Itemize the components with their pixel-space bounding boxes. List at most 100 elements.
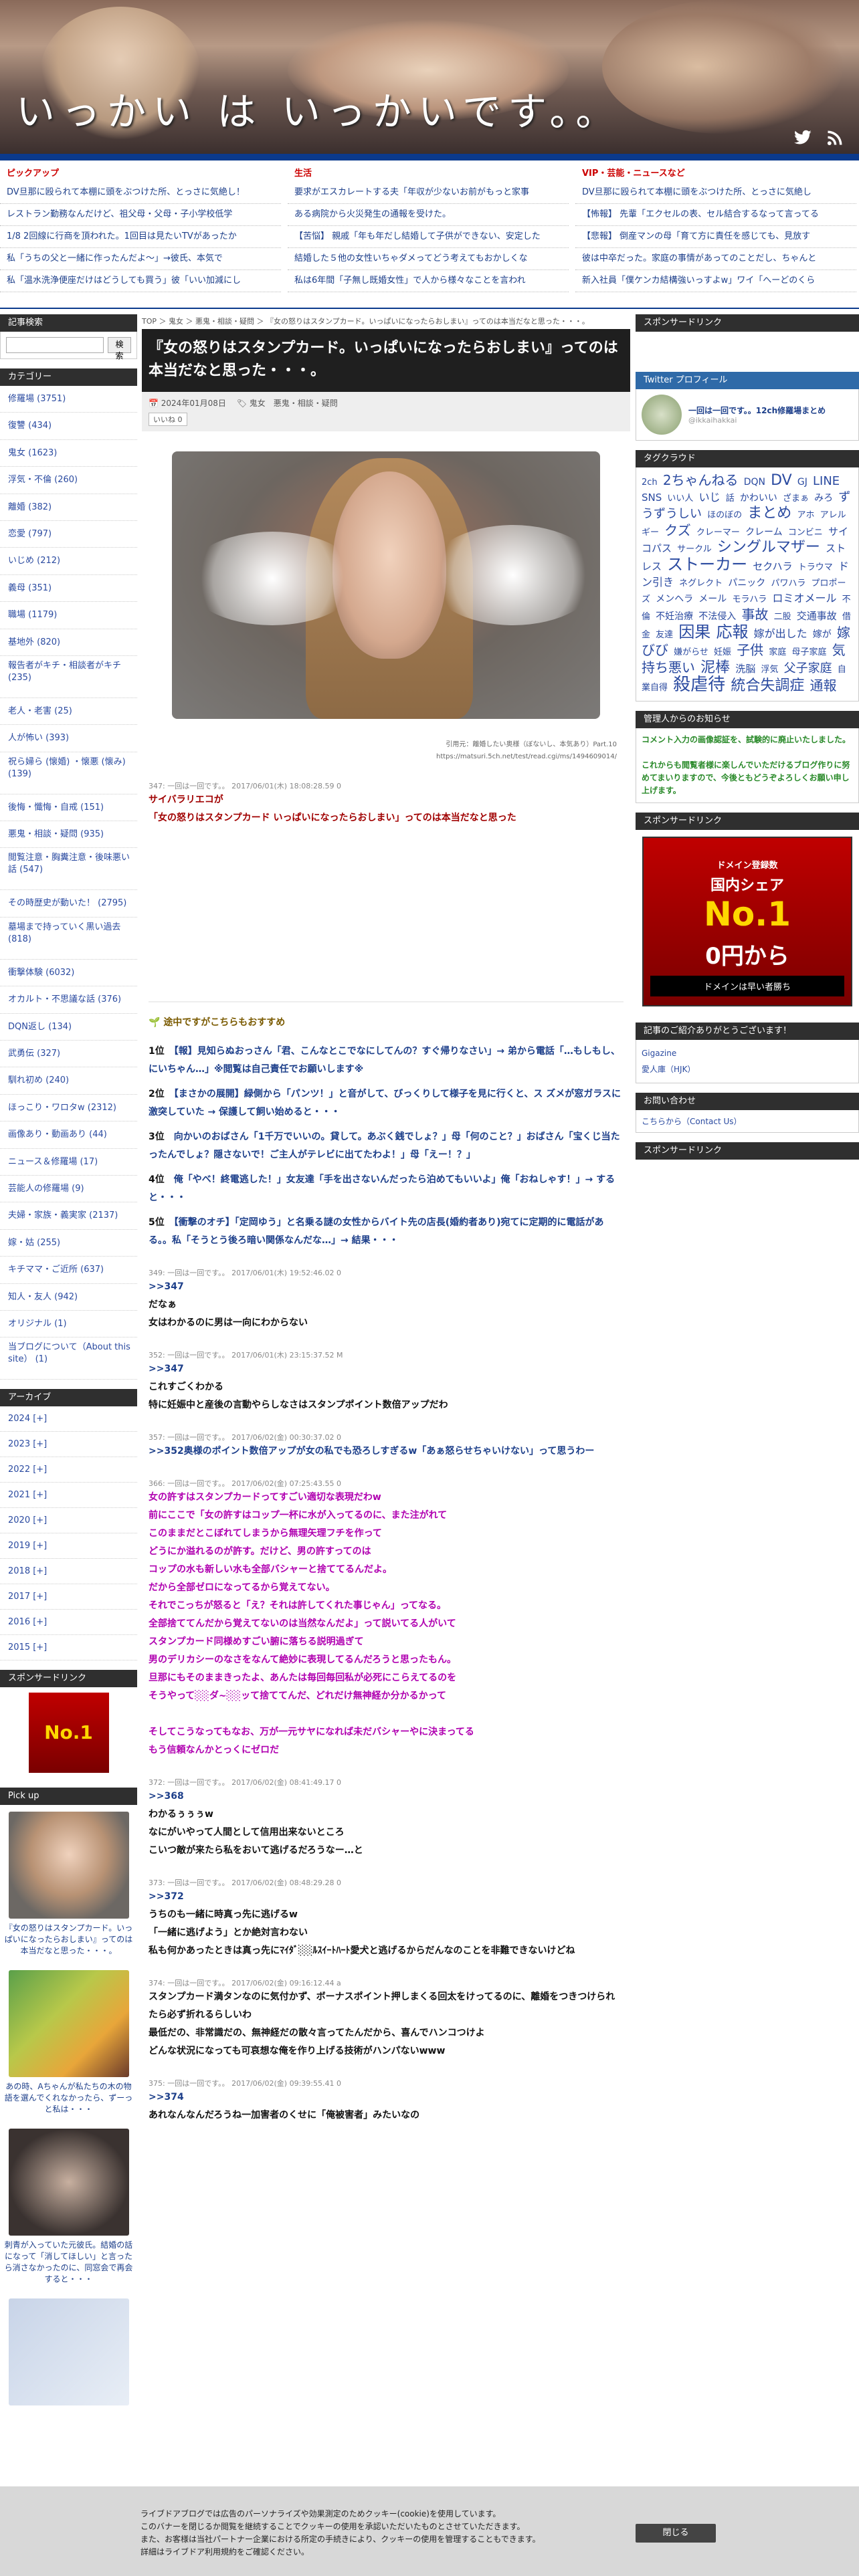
archive-item[interactable]: 2020 [+] [0,1508,137,1534]
image-credit-url[interactable]: https://matsuri.5ch.net/test/read.cgi/ms… [142,751,617,763]
category-item[interactable]: 夫婦・家族・義実家 (2137) [0,1202,137,1230]
tag-link[interactable]: 交通事故 [797,610,837,622]
pickup-caption[interactable]: 『女の怒りはスタンプカード。いっぱいになったらおしまい』ってのは本当だなと思った… [0,1919,137,1957]
like-button[interactable]: いいね 0 [149,413,187,426]
twitter-avatar[interactable] [642,395,682,435]
ticker-link[interactable]: 結婚した５他の女性いちゃダメってどう考えてもおかしくな [288,248,569,270]
reply-anchor-link[interactable]: >>374 [149,2088,624,2107]
search-button[interactable]: 検索 [108,337,131,360]
twitter-bird-icon[interactable] [793,128,812,147]
pickup-thumbnail[interactable] [8,1970,129,2078]
tag-link[interactable]: モラハラ [732,595,767,605]
tag-link[interactable]: 嫁が [813,629,832,640]
tag-link[interactable]: 統合失調症 [731,677,804,694]
tag-link[interactable]: ストーカー [667,555,747,574]
tag-link[interactable]: 殺虐待 [673,675,725,695]
ranking-link[interactable]: 【まさかの展開】緑側から「パンツ！」と音がして、びっくりして様子を見に行くと、ス… [149,1089,621,1117]
category-item[interactable]: 基地外 (820) [0,629,137,656]
category-item[interactable]: 義母 (351) [0,575,137,603]
tag-link[interactable]: SNS [642,492,662,504]
category-item[interactable]: 復讐 (434) [0,413,137,440]
archive-item[interactable]: 2024 [+] [0,1406,137,1432]
ticker-link[interactable]: 要求がエスカレートする夫「年収が少ないお前がもっと家事 [288,182,569,204]
search-input[interactable] [6,337,104,353]
category-item[interactable]: 画像あり・動画あり (44) [0,1121,137,1149]
ranking-item[interactable]: 3位 向かいのおばさん「1千万でいいの。貸して。あぶく銭でしょ？」母「何のこと？… [149,1128,624,1164]
pickup-thumbnail[interactable] [8,1812,129,1919]
tag-link[interactable]: トラウマ [798,562,833,572]
tag-link[interactable]: パワハラ [771,578,805,588]
pickup-item[interactable]: あの時、Aちゃんが私たちの木の物語を選んでくれなかったら、ずーっと私は・・・ [0,1963,137,2122]
cookie-close-button[interactable]: 閉じる [636,2524,716,2543]
archive-item[interactable]: 2022 [+] [0,1457,137,1483]
tag-link[interactable]: 洗脳 [735,663,755,675]
article-tags[interactable]: 鬼女 悪鬼・相談・疑問 [250,399,338,408]
category-item[interactable]: 衝撃体験 (6032) [0,960,137,987]
tag-link[interactable]: パニック [728,578,765,588]
ticker-link[interactable]: 彼は中卒だった。家庭の事情があってのことだし、ちゃんと [575,248,856,270]
category-item[interactable]: DQN返し (134) [0,1014,137,1041]
tag-link[interactable]: ほのぼの [707,510,742,520]
tag-link[interactable]: いい人 [667,494,693,504]
twitter-profile[interactable]: 一回は一回です。。12ch修羅場まとめ @ikkaihakkai [636,389,859,441]
category-item[interactable]: ほっこり・ワロタw (2312) [0,1095,137,1122]
tag-link[interactable]: 2ちゃんねる [663,472,739,488]
pickup-item[interactable]: 刺青が入っていた元彼氏。結婚の話になって「消してほしい」と言ったら消さなかったの… [0,2122,137,2292]
domain-ad-banner[interactable]: ドメイン登録数 国内シェア No.1 0円から ドメインは早い者勝ち [642,837,852,1006]
contact-link[interactable]: こちらから（Contact Us） [636,1110,859,1133]
archive-item[interactable]: 2018 [+] [0,1559,137,1585]
pickup-thumbnail[interactable] [8,2298,129,2406]
category-item[interactable]: 嫁・姑 (255) [0,1230,137,1257]
tag-link[interactable]: 嫁が出した [754,627,807,640]
left-sponsor-ad[interactable]: No.1 [0,1687,137,1778]
ranking-link[interactable]: 俺「やべ！終電逃した！」女友達「手を出さないんだったら泊めてもいいよ」俺「おねし… [149,1174,615,1203]
ticker-link[interactable]: DV旦那に殴られて本棚に頭をぶつけた所、とっさに気絶し！ [0,182,281,204]
category-item[interactable]: いじめ (212) [0,548,137,575]
tag-link[interactable]: コンビニ [788,528,823,538]
ranking-item[interactable]: 5位 【衝撃のオチ】「定岡ゆう」と名乗る謎の女性からバイト先の店長(婚約者あり)… [149,1214,624,1250]
tag-link[interactable]: 不妊治療 [656,611,693,622]
tag-link[interactable]: まとめ [747,505,791,522]
breadcrumb[interactable]: TOP ＞ 鬼女 ＞ 悪鬼・相談・疑問 ＞ 『女の怒りはスタンプカード。いっぱい… [142,314,630,329]
tag-link[interactable]: 通報 [809,677,836,693]
category-item[interactable]: 知人・友人 (942) [0,1284,137,1311]
category-item[interactable]: ニュース＆修羅場 (17) [0,1149,137,1176]
archive-item[interactable]: 2019 [+] [0,1533,137,1560]
category-item[interactable]: 祝ら婦ら (懐婚) ・懐悪 (懐み) (139) [0,752,137,794]
tag-link[interactable]: かわいい [740,493,777,504]
category-item[interactable]: キチママ・ご近所 (637) [0,1257,137,1284]
ranking-link[interactable]: 【衝撃のオチ】「定岡ゆう」と名乗る謎の女性からバイト先の店長(婚約者あり)宛てに… [149,1217,604,1246]
twitter-name[interactable]: 一回は一回です。。12ch修羅場まとめ [688,405,826,416]
ticker-link[interactable]: 1/8 2回線に行商を頂われた。1回目は見たいTVがあったか [0,226,281,248]
tag-link[interactable]: シングルマザー [717,539,820,556]
category-item[interactable]: 離婚 (382) [0,494,137,521]
tag-link[interactable]: 不法侵入 [698,611,736,622]
tag-link[interactable]: 浮気 [761,665,778,675]
tag-link[interactable]: ネグレクト [679,578,723,588]
tag-link[interactable]: 嫌がらせ [674,647,708,657]
intro-link[interactable]: Gigazine [642,1045,853,1061]
category-item[interactable]: 鬼女 (1623) [0,440,137,467]
tag-link[interactable]: 泥棒 [700,659,730,676]
pickup-caption[interactable]: 刺青が入っていた元彼氏。結婚の話になって「消してほしい」と言ったら消さなかったの… [0,2236,137,2285]
pickup-thumbnail[interactable] [8,2129,129,2236]
tag-link[interactable]: みろ [814,493,833,504]
tag-link[interactable]: ロミオメール [772,592,836,605]
ticker-link[interactable]: DV旦那に殴られて本棚に頭をぶつけた所、とっさに気絶し [575,182,856,204]
tag-link[interactable]: 母子家庭 [791,647,826,657]
tag-link[interactable]: DV [771,472,792,489]
reply-anchor-link[interactable]: >>352奥様のポイント数倍アップが女の私でも恐ろしすぎるw「あぁ怒らせちゃいけ… [149,1442,624,1461]
ranking-item[interactable]: 2位 【まさかの展開】緑側から「パンツ！」と音がして、びっくりして様子を見に行く… [149,1085,624,1121]
intro-link[interactable]: 愛人庫（HJK） [642,1061,853,1077]
tag-link[interactable]: 事故 [741,607,768,623]
tag-link[interactable]: 父子家庭 [784,661,832,675]
archive-item[interactable]: 2021 [+] [0,1483,137,1509]
pickup-caption[interactable]: あの時、Aちゃんが私たちの木の物語を選んでくれなかったら、ずーっと私は・・・ [0,2077,137,2115]
tag-link[interactable]: GJ [797,477,807,488]
ranking-link[interactable]: 向かいのおばさん「1千万でいいの。貸して。あぶく銭でしょ？」母「何のこと？」おば… [149,1132,620,1160]
rss-icon[interactable] [826,128,844,147]
site-title[interactable]: いっかい は いっかいです。。 [16,80,621,136]
ticker-link[interactable]: 【苦悩】 親戚「年も年だし結婚して子供ができない、安定した [288,226,569,248]
tag-link[interactable]: メンヘラ [656,594,693,605]
reply-anchor-link[interactable]: >>368 [149,1788,624,1806]
